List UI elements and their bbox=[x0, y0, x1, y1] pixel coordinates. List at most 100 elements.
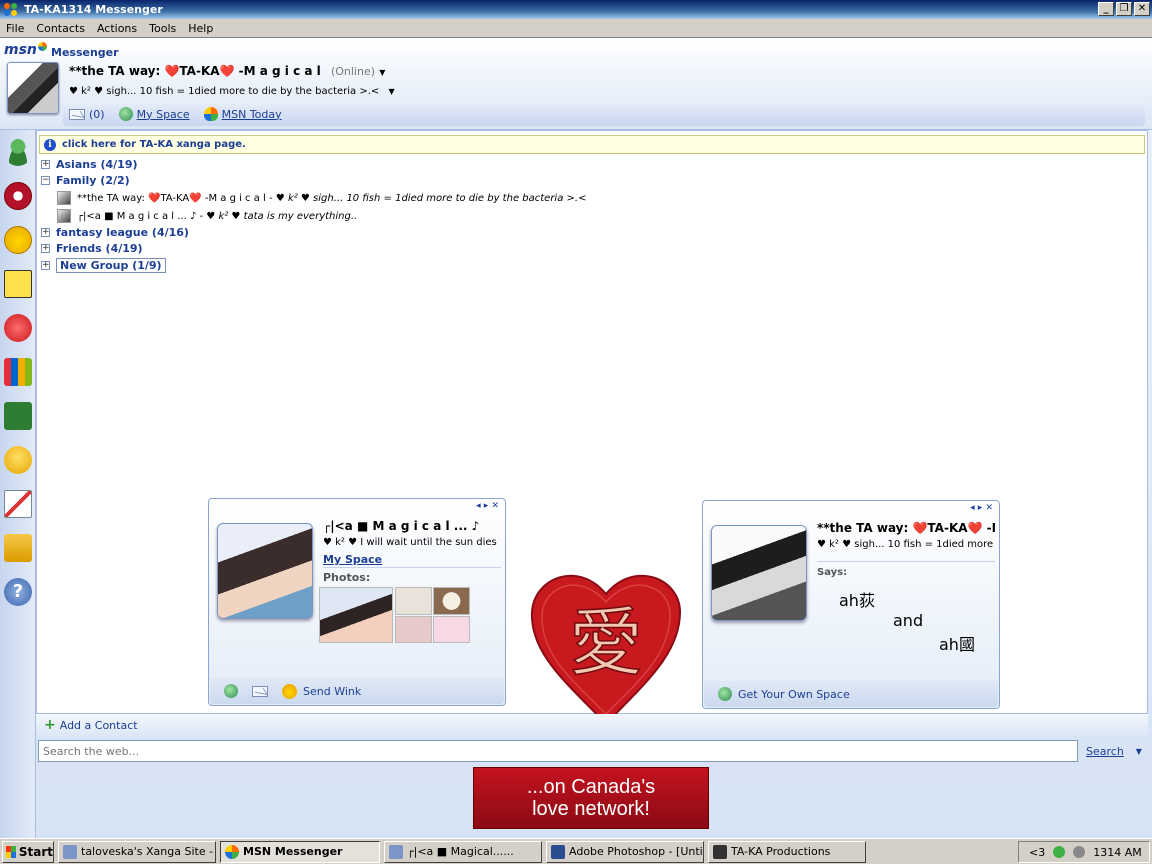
clock[interactable]: 1314 AM bbox=[1093, 846, 1142, 859]
volume-icon[interactable] bbox=[1073, 846, 1086, 858]
system-tray: <3 1314 AM bbox=[1018, 841, 1150, 863]
contact-row[interactable]: ┌|<a ■ M a g i c a l ... ♪ - ♥ k² ♥ tata… bbox=[57, 209, 357, 223]
chart-icon bbox=[4, 490, 32, 518]
expand-icon[interactable]: + bbox=[41, 228, 50, 237]
tab-favorites[interactable] bbox=[3, 176, 33, 216]
collapse-icon[interactable]: − bbox=[41, 176, 50, 185]
photo-thumbnail[interactable] bbox=[319, 587, 393, 643]
task-label: MSN Messenger bbox=[243, 845, 343, 858]
group-new-group[interactable]: + New Group (1/9) bbox=[41, 258, 166, 273]
photo-thumbnail[interactable] bbox=[433, 587, 470, 615]
menu-tools[interactable]: Tools bbox=[143, 22, 182, 35]
chevron-down-icon[interactable]: ▼ bbox=[388, 87, 394, 96]
divider bbox=[323, 567, 501, 568]
tab-dating[interactable] bbox=[3, 308, 33, 348]
spaces-icon bbox=[718, 687, 732, 701]
smiley-icon bbox=[4, 226, 32, 254]
msn-logo: msn bbox=[4, 42, 47, 58]
display-name-text: **the TA way: ❤️TA-KA❤️ -M a g i c a l bbox=[69, 64, 321, 78]
title-bar: TA-KA1314 Messenger _ ❐ ✕ bbox=[0, 0, 1152, 19]
task-label: ┌|<a ■ Magical...... bbox=[407, 845, 514, 858]
group-family[interactable]: − Family (2/2) bbox=[41, 174, 130, 187]
taskbar-item[interactable]: Adobe Photoshop - [Unti... bbox=[546, 840, 704, 863]
close-button[interactable]: ✕ bbox=[1134, 2, 1150, 16]
photo-thumbnail[interactable] bbox=[395, 616, 432, 643]
taskbar-item-active[interactable]: MSN Messenger bbox=[220, 840, 380, 863]
get-your-own-space-button[interactable]: Get Your Own Space bbox=[718, 687, 850, 701]
photos-label: Photos: bbox=[323, 571, 371, 584]
says-label: Says: bbox=[817, 567, 848, 578]
contact-photo[interactable] bbox=[217, 523, 313, 619]
expand-icon[interactable]: + bbox=[41, 244, 50, 253]
tab-alerts[interactable] bbox=[3, 440, 33, 480]
restore-button[interactable]: ❐ bbox=[1116, 2, 1132, 16]
taskbar-item[interactable]: taloveska's Xanga Site - ... bbox=[58, 840, 216, 863]
shopping-bag-icon bbox=[4, 534, 32, 562]
personal-message-text: ♥ k² ♥ sigh... 10 fish = 1died more to d… bbox=[69, 86, 380, 97]
star-icon bbox=[4, 182, 32, 210]
start-button[interactable]: Start bbox=[2, 840, 54, 863]
personal-message[interactable]: ♥ k² ♥ sigh... 10 fish = 1died more to d… bbox=[69, 86, 395, 97]
search-button[interactable]: Search bbox=[1086, 745, 1124, 758]
my-display-name[interactable]: **the TA way: ❤️TA-KA❤️ -M a g i c a l (… bbox=[69, 64, 385, 78]
card-footer: Get Your Own Space bbox=[704, 681, 998, 707]
xanga-banner[interactable]: i click here for TA-KA xanga page. bbox=[39, 135, 1145, 154]
spaces-icon[interactable] bbox=[224, 684, 238, 698]
card-footer: Send Wink bbox=[210, 678, 504, 704]
card-contact-message: ♥ k² ♥ I will wait until the sun dies bbox=[323, 537, 497, 548]
mail-button[interactable]: (0) bbox=[69, 108, 105, 121]
minimize-button[interactable]: _ bbox=[1098, 2, 1114, 16]
windows-logo-icon bbox=[6, 845, 16, 858]
taskbar-item[interactable]: ┌|<a ■ Magical...... bbox=[384, 840, 542, 863]
says-line: and bbox=[893, 611, 924, 630]
contact-photo[interactable] bbox=[711, 525, 807, 621]
group-asians[interactable]: + Asians (4/19) bbox=[41, 158, 138, 171]
chevron-down-icon[interactable]: ▼ bbox=[379, 68, 385, 77]
photo-thumbnail[interactable] bbox=[395, 587, 432, 615]
contact-row[interactable]: **the TA way: ❤️TA-KA❤️ -M a g i c a l -… bbox=[57, 191, 586, 205]
msn-today-button[interactable]: MSN Today bbox=[203, 107, 282, 121]
tab-strip: ? bbox=[0, 130, 36, 838]
tab-jobs[interactable] bbox=[3, 396, 33, 436]
expand-icon[interactable]: + bbox=[41, 160, 50, 169]
status-text: (Online) bbox=[330, 65, 376, 78]
envelope-icon[interactable] bbox=[252, 685, 268, 697]
tab-shopping[interactable] bbox=[3, 528, 33, 568]
menu-actions[interactable]: Actions bbox=[91, 22, 143, 35]
add-contact-button[interactable]: + Add a Contact bbox=[36, 714, 1148, 736]
tab-help[interactable]: ? bbox=[3, 572, 33, 612]
advertisement-banner[interactable]: ...on Canada's love network! bbox=[473, 767, 709, 829]
butterfly-icon bbox=[203, 107, 218, 121]
my-display-picture[interactable] bbox=[7, 62, 59, 114]
tab-fun[interactable] bbox=[3, 220, 33, 260]
my-space-button[interactable]: My Space bbox=[118, 107, 190, 121]
search-input[interactable] bbox=[38, 740, 1078, 762]
my-space-link[interactable]: My Space bbox=[323, 553, 382, 566]
messenger-tray-icon[interactable] bbox=[1053, 846, 1066, 858]
card-controls[interactable]: ◂ ▸ ✕ bbox=[970, 503, 993, 513]
group-friends[interactable]: + Friends (4/19) bbox=[41, 242, 143, 255]
expand-icon[interactable]: + bbox=[41, 261, 50, 270]
tab-ebay[interactable] bbox=[3, 352, 33, 392]
chevron-down-icon[interactable]: ▼ bbox=[1136, 747, 1142, 756]
tab-yellow-pages[interactable] bbox=[3, 264, 33, 304]
taskbar-item[interactable]: TA-KA Productions bbox=[708, 840, 866, 863]
menu-help[interactable]: Help bbox=[182, 22, 219, 35]
group-label: Friends (4/19) bbox=[56, 242, 143, 255]
photo-thumbnail[interactable] bbox=[433, 616, 470, 643]
menu-contacts[interactable]: Contacts bbox=[30, 22, 91, 35]
ad-line: love network! bbox=[532, 798, 650, 820]
send-wink-button[interactable]: Send Wink bbox=[282, 683, 361, 699]
tab-contacts[interactable] bbox=[3, 132, 33, 172]
menu-file[interactable]: File bbox=[0, 22, 30, 35]
contact-name: **the TA way: ❤️TA-KA❤️ -M a g i c a l bbox=[77, 192, 266, 204]
card-controls[interactable]: ◂ ▸ ✕ bbox=[476, 501, 499, 511]
banner-text: click here for TA-KA xanga page. bbox=[62, 139, 246, 150]
messenger-app-icon bbox=[4, 2, 18, 17]
group-fantasy-league[interactable]: + fantasy league (4/16) bbox=[41, 226, 189, 239]
tab-money[interactable] bbox=[3, 484, 33, 524]
profile-header: msn Messenger **the TA way: ❤️TA-KA❤️ -M… bbox=[0, 38, 1152, 130]
menu-bar: File Contacts Actions Tools Help bbox=[0, 19, 1152, 38]
task-label: TA-KA Productions bbox=[731, 845, 831, 858]
mail-count: (0) bbox=[89, 107, 105, 121]
